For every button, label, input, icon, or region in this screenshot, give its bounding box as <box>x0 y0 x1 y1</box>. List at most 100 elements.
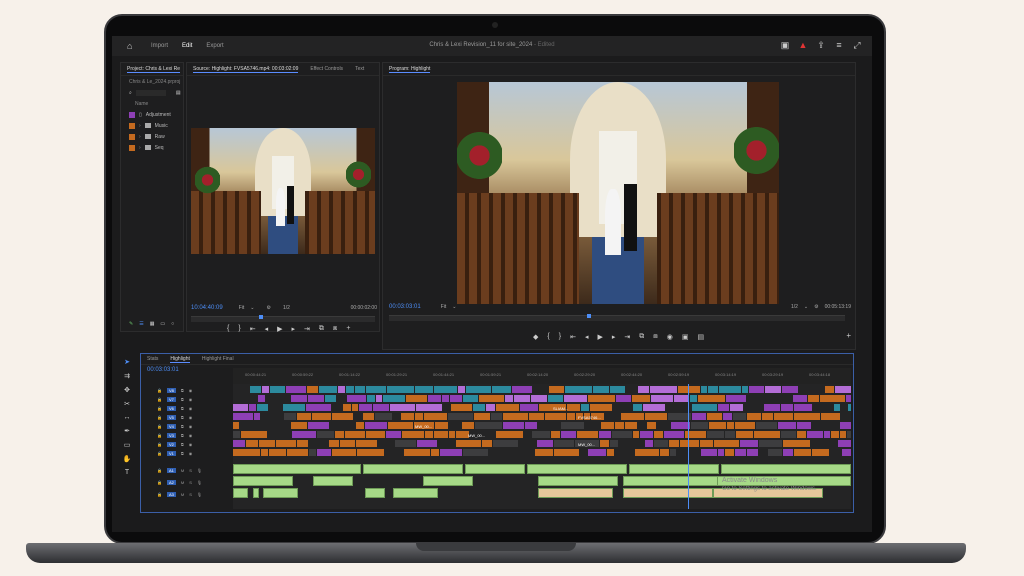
video-clip[interactable] <box>719 386 741 393</box>
video-clip[interactable] <box>701 449 717 456</box>
video-clip[interactable] <box>246 440 258 447</box>
video-clip[interactable] <box>626 386 637 393</box>
lock-icon[interactable]: 🔒 <box>157 415 162 420</box>
extract-icon[interactable]: ⧈ <box>653 333 657 341</box>
mic-icon[interactable]: 🎙 <box>197 468 202 473</box>
lift-icon[interactable]: ⧉ <box>639 333 644 341</box>
video-clip[interactable] <box>840 422 851 429</box>
video-clip[interactable] <box>726 395 746 402</box>
video-clip[interactable] <box>434 431 448 438</box>
video-clip[interactable] <box>545 413 566 420</box>
video-clip[interactable] <box>747 395 764 402</box>
mark-in-icon[interactable]: { <box>547 333 549 341</box>
timeline-playhead[interactable] <box>688 384 689 509</box>
mark-in-icon[interactable]: { <box>227 325 229 333</box>
video-clip[interactable] <box>744 404 763 411</box>
video-clip[interactable] <box>808 395 819 402</box>
video-clip[interactable] <box>834 404 840 411</box>
video-clip[interactable] <box>496 431 523 438</box>
video-clip[interactable] <box>840 431 846 438</box>
video-clip[interactable] <box>386 431 401 438</box>
video-clip[interactable] <box>820 395 845 402</box>
video-clip[interactable] <box>759 440 782 447</box>
video-clip[interactable] <box>438 440 455 447</box>
chevron-right-icon[interactable]: › <box>139 123 141 129</box>
video-clip[interactable] <box>475 422 502 429</box>
video-clip[interactable] <box>600 440 609 447</box>
video-clip[interactable] <box>249 404 256 411</box>
mic-icon[interactable]: 🎙 <box>197 492 202 497</box>
tab-stats[interactable]: Stats <box>147 356 158 362</box>
video-clip[interactable] <box>503 422 524 429</box>
video-clip[interactable] <box>774 413 793 420</box>
video-clip[interactable] <box>654 440 668 447</box>
chevron-right-icon[interactable]: › <box>139 145 141 151</box>
video-clip[interactable] <box>415 386 433 393</box>
video-clip[interactable] <box>669 440 679 447</box>
sync-icon[interactable]: ⧉ <box>181 424 184 429</box>
video-clip[interactable] <box>754 431 780 438</box>
video-clip[interactable] <box>291 395 307 402</box>
video-clip[interactable] <box>842 449 851 456</box>
video-clip[interactable] <box>489 449 511 456</box>
program-video-frame[interactable] <box>457 82 779 304</box>
video-clip[interactable] <box>797 431 806 438</box>
video-clip[interactable] <box>537 440 553 447</box>
video-clip[interactable] <box>451 404 472 411</box>
video-clip[interactable] <box>664 431 684 438</box>
video-clip[interactable] <box>524 431 531 438</box>
video-clip[interactable] <box>479 395 504 402</box>
audio-clip[interactable] <box>623 476 723 486</box>
video-clip[interactable] <box>567 413 575 420</box>
wrench-icon[interactable]: ⚙ <box>814 304 818 310</box>
tab-program[interactable]: Program: Highlight <box>389 66 431 73</box>
video-clip[interactable] <box>768 449 782 456</box>
video-clip[interactable] <box>678 386 700 393</box>
video-clip[interactable] <box>645 440 653 447</box>
video-track-header[interactable]: 🔒 V7 ⧉ ◉ <box>147 395 243 403</box>
source-scrubber[interactable] <box>191 316 375 322</box>
frame-back-icon[interactable]: ◂ <box>585 333 589 341</box>
video-clip[interactable] <box>297 440 308 447</box>
video-clip[interactable] <box>640 431 653 438</box>
frame-forward-icon[interactable]: ▸ <box>291 325 295 333</box>
video-clip[interactable] <box>850 413 851 420</box>
video-clip[interactable] <box>654 431 663 438</box>
video-clip[interactable] <box>496 404 519 411</box>
video-clip[interactable] <box>283 404 305 411</box>
video-clip[interactable] <box>533 386 548 393</box>
video-clip[interactable] <box>838 440 851 447</box>
eye-icon[interactable]: ◉ <box>189 415 193 420</box>
audio-clip[interactable] <box>538 488 613 498</box>
video-clip[interactable] <box>250 386 261 393</box>
video-clip[interactable] <box>424 413 447 420</box>
video-clip[interactable] <box>590 404 612 411</box>
chevron-down-icon[interactable]: ⌄ <box>452 304 456 310</box>
video-track-header[interactable]: 🔒 V2 ⧉ ◉ <box>147 440 243 448</box>
video-clip[interactable] <box>848 404 851 411</box>
video-clip[interactable] <box>261 413 283 420</box>
video-clip[interactable] <box>404 449 430 456</box>
program-scrubber[interactable] <box>389 315 845 321</box>
frame-back-icon[interactable]: ◂ <box>265 325 269 333</box>
mark-out-icon[interactable]: } <box>559 333 561 341</box>
audio-clip[interactable] <box>721 464 851 474</box>
video-clip[interactable] <box>764 404 780 411</box>
video-clip[interactable] <box>647 422 656 429</box>
tab-source[interactable]: Source: Highlight: FVSA5746.mp4: 00:03:0… <box>193 66 299 73</box>
video-clip[interactable] <box>486 404 495 411</box>
lock-icon[interactable]: 🔒 <box>157 468 162 473</box>
frame-forward-icon[interactable]: ▸ <box>612 333 616 341</box>
video-clip[interactable] <box>356 440 377 447</box>
video-clip[interactable] <box>581 404 589 411</box>
video-clip[interactable] <box>794 404 812 411</box>
video-clip[interactable] <box>233 440 245 447</box>
video-clip[interactable] <box>551 431 560 438</box>
video-clip[interactable] <box>645 413 667 420</box>
video-clip[interactable] <box>345 431 365 438</box>
video-clip[interactable] <box>605 413 620 420</box>
video-clip[interactable] <box>383 395 405 402</box>
audio-track-header[interactable]: 🔒 A3 M S 🎙 <box>147 490 243 498</box>
video-clip[interactable] <box>450 395 462 402</box>
mark-out-icon[interactable]: } <box>238 325 240 333</box>
